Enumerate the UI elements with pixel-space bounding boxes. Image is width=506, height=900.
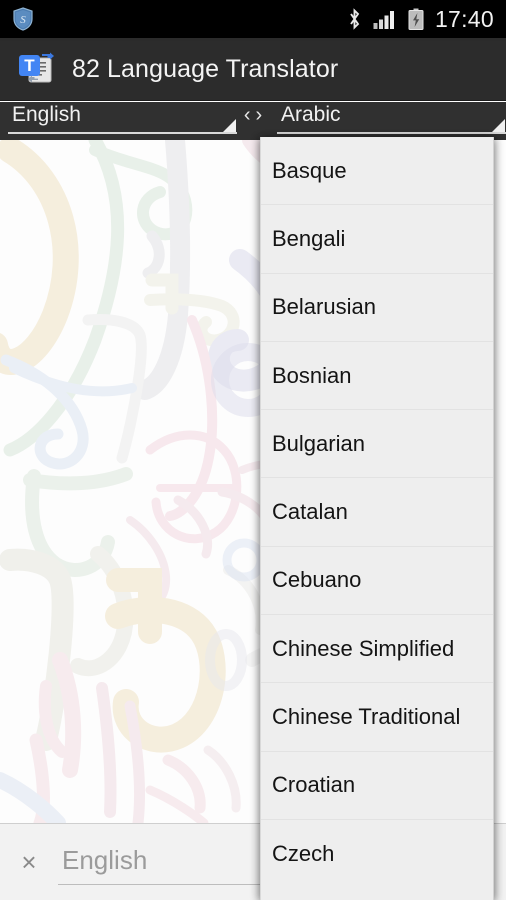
dropdown-item-label: Bosnian xyxy=(272,362,352,388)
status-bar-divider xyxy=(0,38,506,41)
source-language-label: English xyxy=(12,103,81,126)
status-bar-left-icons: S xyxy=(12,7,34,31)
security-shield-icon: S xyxy=(12,7,34,31)
dropdown-item[interactable]: Bulgarian xyxy=(261,410,493,479)
target-spinner-underline xyxy=(277,132,506,134)
dropdown-item[interactable]: Belarusian xyxy=(261,273,493,342)
dropdown-item-label: Basque xyxy=(272,157,347,183)
app-icon-translator: T xyxy=(16,49,56,89)
target-language-spinner[interactable]: Arabic xyxy=(275,102,506,134)
battery-charging-icon xyxy=(408,8,424,30)
clear-text-button[interactable]: × xyxy=(0,849,58,875)
source-spinner-underline xyxy=(8,132,237,134)
svg-text:T: T xyxy=(24,56,35,75)
app-screen: S 17:40 T 82 Language Translator English… xyxy=(0,0,506,900)
dropdown-item[interactable]: Chinese Simplified xyxy=(261,615,493,684)
chevron-down-icon xyxy=(492,119,505,132)
dropdown-item-label: Chinese Simplified xyxy=(272,635,455,661)
dropdown-item-label: Catalan xyxy=(272,499,348,525)
status-bar: S 17:40 xyxy=(0,0,506,38)
dropdown-item-label: Czech xyxy=(272,841,335,867)
dropdown-item-label: Cebuano xyxy=(272,567,362,593)
dropdown-item[interactable]: Chinese Traditional xyxy=(261,683,493,752)
dropdown-item[interactable]: Cebuano xyxy=(261,546,493,616)
bluetooth-icon xyxy=(347,8,362,30)
status-bar-right-icons: 17:40 xyxy=(347,5,494,32)
app-title: 82 Language Translator xyxy=(72,54,339,83)
dropdown-item[interactable]: Bengali xyxy=(261,205,493,274)
chevron-right-icon: › xyxy=(255,104,263,126)
language-selector-bar: English ‹ › Arabic xyxy=(0,102,506,140)
swap-languages-button[interactable]: ‹ › xyxy=(237,102,269,127)
dropdown-item-label: Bulgarian xyxy=(272,430,365,456)
target-language-label: Arabic xyxy=(281,103,341,126)
svg-text:S: S xyxy=(20,14,26,26)
signal-bars-icon xyxy=(373,9,397,29)
dropdown-item[interactable]: Catalan xyxy=(261,478,493,547)
status-bar-clock: 17:40 xyxy=(434,5,494,32)
dropdown-item[interactable]: Bosnian xyxy=(261,341,493,411)
chevron-down-icon xyxy=(223,119,236,132)
chevron-left-icon: ‹ xyxy=(243,104,251,126)
action-bar: T 82 Language Translator xyxy=(0,38,506,101)
target-language-dropdown[interactable]: Basque Bengali Belarusian Bosnian Bulgarian C… xyxy=(260,137,494,900)
dropdown-item[interactable]: Czech xyxy=(261,819,493,889)
source-language-spinner[interactable]: English xyxy=(6,102,237,134)
dropdown-item-label: Croatian xyxy=(272,772,356,798)
dropdown-item-label: Bengali xyxy=(272,225,346,251)
dropdown-item-label: Belarusian xyxy=(272,294,376,320)
dropdown-item[interactable]: Croatian xyxy=(261,751,493,820)
dropdown-item[interactable]: Basque xyxy=(261,137,493,206)
dropdown-item-label: Chinese Traditional xyxy=(272,704,461,730)
